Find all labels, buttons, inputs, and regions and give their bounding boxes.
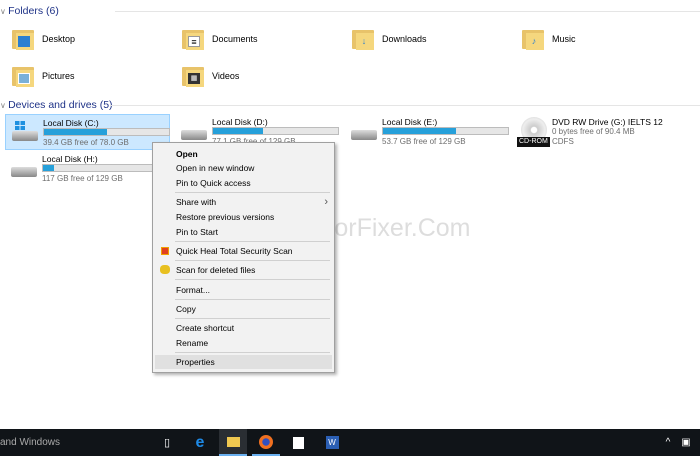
drives-header[interactable]: ∨ Devices and drives (5) — [0, 99, 113, 111]
divider — [115, 11, 700, 12]
folder-desktop[interactable]: Desktop — [12, 24, 75, 54]
drive-icon — [351, 130, 377, 140]
videos-folder-icon: ▦ — [182, 65, 204, 87]
menu-scan-deleted[interactable]: Scan for deleted files — [155, 263, 332, 277]
drive-e[interactable]: Local Disk (E:) 53.7 GB free of 129 GB — [345, 114, 510, 150]
menu-properties[interactable]: Properties — [155, 355, 332, 369]
folder-documents[interactable]: ≡ Documents — [182, 24, 258, 54]
word-icon[interactable]: W — [318, 429, 346, 456]
folder-pictures[interactable]: Pictures — [12, 61, 75, 91]
edge-icon[interactable]: e — [186, 429, 214, 456]
submenu-arrow-icon: › — [324, 196, 328, 208]
drive-g[interactable]: CD-ROM DVD RW Drive (G:) IELTS 12 0 byte… — [515, 114, 695, 150]
drive-icon — [181, 130, 207, 140]
music-folder-icon: ♪ — [522, 28, 544, 50]
menu-rename[interactable]: Rename — [155, 336, 332, 350]
scan-icon — [160, 265, 170, 274]
menu-quick-heal-scan[interactable]: Quick Heal Total Security Scan — [155, 244, 332, 258]
menu-restore-versions[interactable]: Restore previous versions — [155, 210, 332, 224]
folder-music[interactable]: ♪ Music — [522, 24, 576, 54]
show-hidden-icons-chevron-icon[interactable]: ^ — [660, 429, 676, 456]
folder-downloads[interactable]: ↓ Downloads — [352, 24, 427, 54]
task-view-icon[interactable]: ▯ — [153, 429, 181, 456]
folders-header[interactable]: ∨ Folders (6) — [0, 5, 59, 17]
menu-pin-quick-access[interactable]: Pin to Quick access — [155, 176, 332, 190]
downloads-folder-icon: ↓ — [352, 28, 374, 50]
usage-bar — [42, 164, 169, 172]
menu-share-with[interactable]: Share with › — [155, 195, 332, 209]
menu-copy[interactable]: Copy — [155, 302, 332, 316]
usage-bar — [43, 128, 170, 136]
network-icon[interactable]: ▣ — [676, 429, 696, 456]
drive-c[interactable]: Local Disk (C:) 39.4 GB free of 78.0 GB — [5, 114, 170, 150]
menu-open[interactable]: Open — [155, 147, 332, 161]
drive-icon — [11, 167, 37, 177]
store-icon[interactable] — [284, 429, 312, 456]
drive-icon — [12, 131, 38, 141]
folder-videos[interactable]: ▦ Videos — [182, 61, 239, 91]
collapse-chevron-icon: ∨ — [0, 101, 9, 110]
cd-rom-badge: CD-ROM — [517, 137, 550, 147]
firefox-icon[interactable] — [252, 429, 280, 456]
usage-bar — [212, 127, 339, 135]
quick-heal-icon — [161, 247, 169, 255]
collapse-chevron-icon: ∨ — [0, 7, 9, 16]
drive-h[interactable]: Local Disk (H:) 117 GB free of 129 GB — [5, 151, 170, 187]
file-explorer-icon[interactable] — [219, 429, 247, 456]
taskbar: and Windows ▯ e W ^ ▣ — [0, 429, 700, 456]
divider — [110, 105, 700, 106]
menu-pin-start[interactable]: Pin to Start — [155, 225, 332, 239]
menu-format[interactable]: Format... — [155, 283, 332, 297]
desktop-folder-icon — [12, 28, 34, 50]
pictures-folder-icon — [12, 65, 34, 87]
windows-logo-icon — [15, 121, 25, 130]
menu-create-shortcut[interactable]: Create shortcut — [155, 321, 332, 335]
usage-bar — [382, 127, 509, 135]
context-menu: Open Open in new window Pin to Quick acc… — [152, 142, 335, 373]
menu-open-new-window[interactable]: Open in new window — [155, 161, 332, 175]
documents-folder-icon: ≡ — [182, 28, 204, 50]
search-box[interactable]: and Windows — [0, 437, 60, 448]
